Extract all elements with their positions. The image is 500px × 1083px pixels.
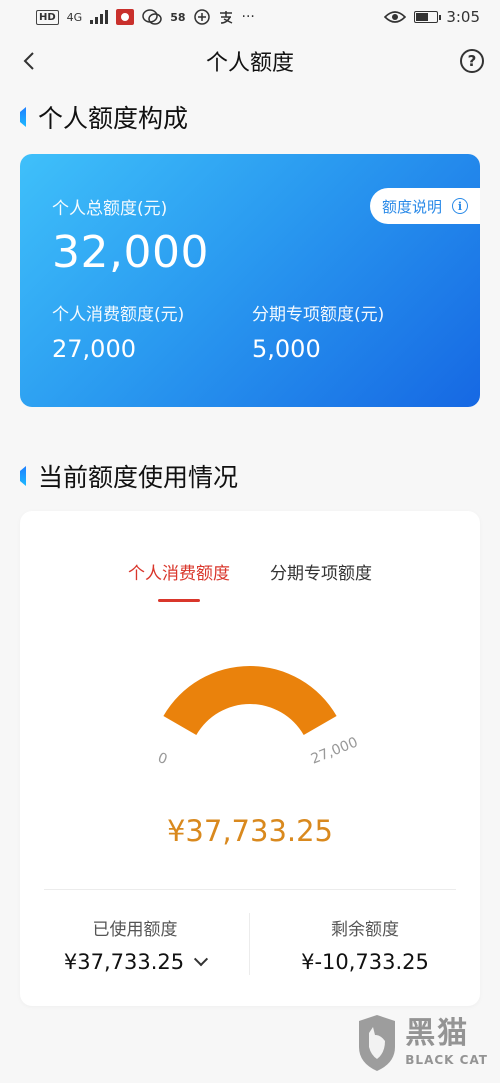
usage-stats: 已使用额度 ¥37,733.25 剩余额度 ¥-10,733.25 xyxy=(20,915,480,974)
consumer-quota: 个人消费额度(元) 27,000 xyxy=(52,300,248,363)
consumer-quota-value: 27,000 xyxy=(52,335,136,363)
tab-installment-quota[interactable]: 分期专项额度 xyxy=(270,559,372,602)
hd-icon: HD xyxy=(36,9,59,25)
installment-quota-value: 5,000 xyxy=(252,335,321,363)
section-marker-icon xyxy=(20,466,26,486)
question-icon: ? xyxy=(467,52,477,70)
info-icon: i xyxy=(452,198,468,214)
quota-breakdown: 个人消费额度(元) 27,000 分期专项额度(元) 5,000 xyxy=(52,300,448,363)
alipay-icon xyxy=(219,11,232,24)
tab-consumer-quota[interactable]: 个人消费额度 xyxy=(128,559,230,602)
used-quota-label: 已使用额度 xyxy=(92,920,178,940)
remaining-quota-value: ¥-10,733.25 xyxy=(301,950,429,974)
navigation-bar: 个人额度 ? xyxy=(0,34,500,88)
quota-explain-label: 额度说明 xyxy=(381,197,442,216)
black-cat-logo-icon xyxy=(359,1015,396,1071)
used-quota-value-row[interactable]: ¥37,733.25 xyxy=(63,950,209,974)
quota-card: 个人总额度(元) 32,000 个人消费额度(元) 27,000 分期专项额度(… xyxy=(20,154,480,407)
network-type: 4G xyxy=(66,10,83,24)
quota-tabs: 个人消费额度 分期专项额度 xyxy=(20,511,480,602)
section-marker-icon xyxy=(20,107,26,127)
gauge-fill xyxy=(163,666,337,735)
section-title-text: 个人额度构成 xyxy=(38,104,189,133)
installment-quota: 分期专项额度(元) 5,000 xyxy=(248,300,448,363)
installment-quota-label: 分期专项额度(元) xyxy=(252,305,385,325)
page-title: 个人额度 xyxy=(205,51,294,76)
signal-icon xyxy=(90,10,109,24)
status-time: 3:05 xyxy=(446,8,480,26)
watermark-text: 黑猫 BLACK CAT xyxy=(405,1016,488,1068)
help-button[interactable]: ? xyxy=(460,49,484,73)
chevron-down-icon[interactable] xyxy=(194,952,209,967)
remaining-quota-label: 剩余额度 xyxy=(331,920,399,940)
watermark-cn: 黑猫 xyxy=(405,1016,470,1051)
quota-explain-button[interactable]: 额度说明 i xyxy=(369,188,480,224)
app-icon xyxy=(193,9,210,25)
watermark: 黑猫 BLACK CAT xyxy=(355,1013,488,1073)
more-notifications-icon: ··· xyxy=(241,9,255,25)
remaining-quota-stat: 剩余额度 ¥-10,733.25 xyxy=(250,915,480,974)
wechat-icon xyxy=(142,9,162,25)
battery-icon xyxy=(414,11,442,23)
status-bar-right: 3:05 xyxy=(384,8,480,26)
usage-gauge xyxy=(20,661,480,771)
used-quota-stat: 已使用额度 ¥37,733.25 xyxy=(20,915,250,974)
status-bar-left: HD 4G 58 ··· xyxy=(36,9,255,25)
used-quota-value: ¥37,733.25 xyxy=(63,950,185,974)
back-button[interactable] xyxy=(14,46,44,76)
eye-icon xyxy=(384,11,407,23)
app-notification-icon xyxy=(116,9,135,25)
app-58-icon: 58 xyxy=(170,10,186,24)
used-amount-display: ¥37,733.25 xyxy=(166,814,334,848)
watermark-en: BLACK CAT xyxy=(405,1053,488,1067)
chevron-left-icon xyxy=(23,52,34,70)
remaining-quota-value-row: ¥-10,733.25 xyxy=(301,950,429,974)
status-bar: HD 4G 58 ··· 3:05 xyxy=(0,0,500,34)
total-quota-value: 32,000 xyxy=(52,227,209,278)
usage-card: 个人消费额度 分期专项额度 0 27,000 ¥37,733.25 已使用额度 … xyxy=(20,511,480,1006)
divider xyxy=(44,889,456,890)
section-title-usage: 当前额度使用情况 xyxy=(0,451,500,501)
section-title-text: 当前额度使用情况 xyxy=(38,463,239,492)
section-title-composition: 个人额度构成 xyxy=(0,92,500,142)
consumer-quota-label: 个人消费额度(元) xyxy=(52,305,185,325)
